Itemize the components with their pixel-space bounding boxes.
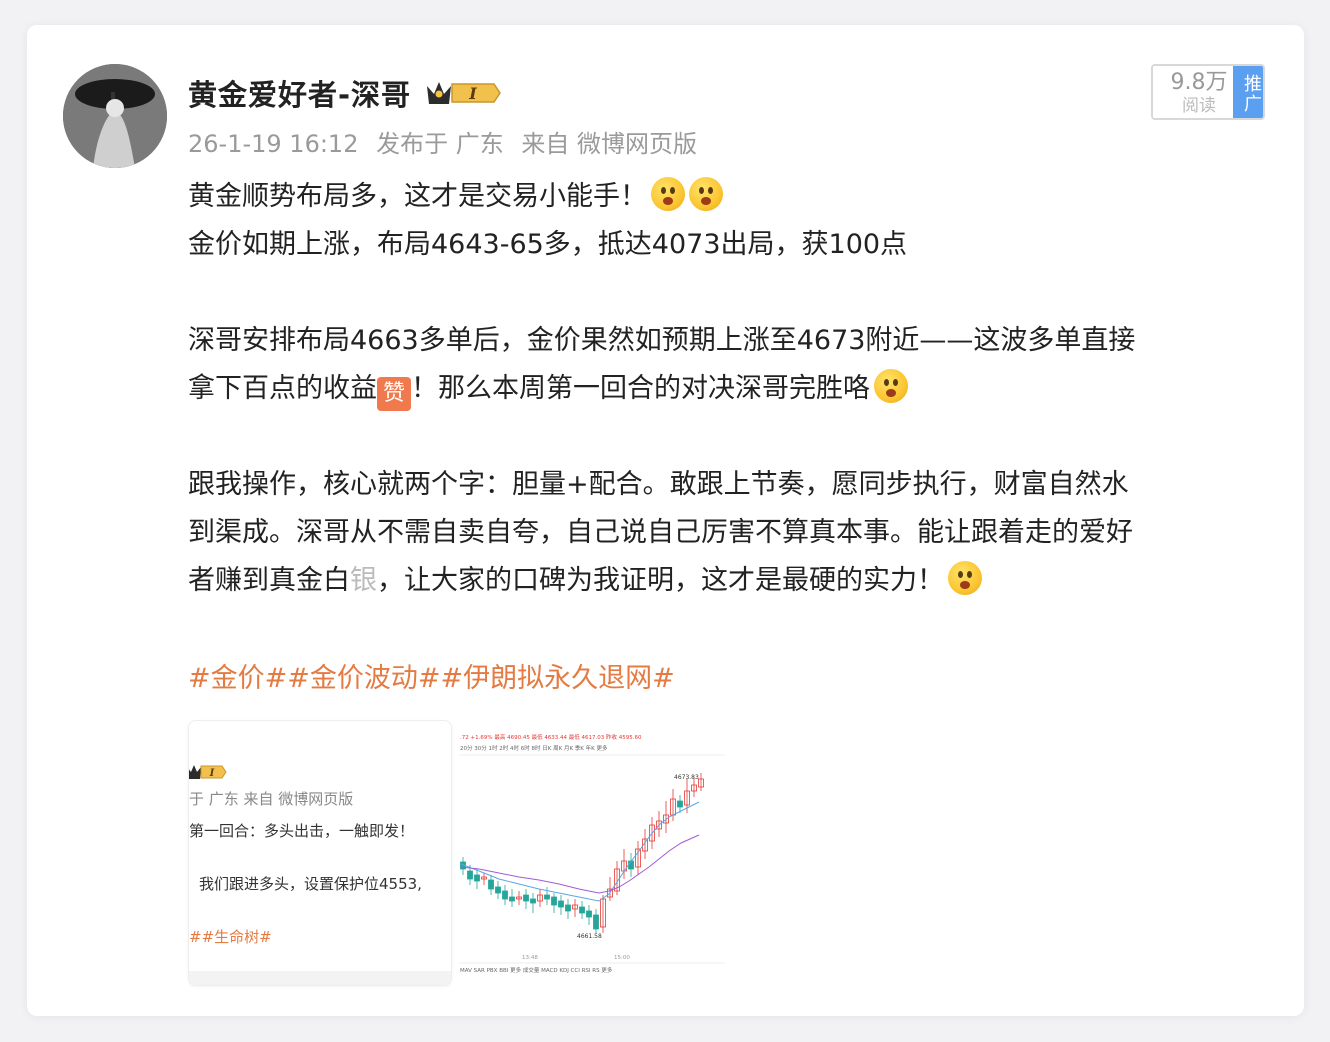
candle-body xyxy=(474,874,480,882)
thumb1-footer xyxy=(189,971,451,985)
read-count-box: 9.8万 阅读 推广 xyxy=(1151,64,1265,120)
image-thumbnail-1[interactable]: I 于 广东 来自 微博网页版 第一回合：多头出击，一触即发！ 我们跟进多头，设… xyxy=(188,720,452,986)
surprised-emoji-icon xyxy=(874,369,908,403)
chart-tabs: 20分 30分 1时 2时 4时 6时 8时 日K 周K 月K 季K 年K 更多 xyxy=(460,744,608,752)
like-zan-emoji-icon: 赞 xyxy=(377,377,411,411)
chart-indicators: MAV SAR PBX BBI 更多 成交量 MACD KDJ CCI RSI … xyxy=(460,966,613,974)
vip-crown-badge-icon[interactable]: I xyxy=(424,78,502,108)
post-meta: 26-1-19 16:12 发布于 广东 来自 微博网页版 xyxy=(188,124,707,159)
candle-body xyxy=(558,900,564,908)
candle-body xyxy=(551,896,557,906)
image-thumbnail-2-kline-chart[interactable]: .72 +1.69% 最高 4690.45 最低 4633.44 最低 4617… xyxy=(459,729,725,981)
author-name[interactable]: 黄金爱好者-深哥 xyxy=(188,72,411,114)
surprised-emoji-icon xyxy=(651,177,685,211)
post-line: 到渠成。深哥从不需自卖自夸，自己说自己厉害不算真本事。能让跟着走的爱好 xyxy=(188,517,1133,548)
post-source: 来自 微博网页版 xyxy=(521,130,698,158)
chart-top-label: 4673.83 xyxy=(674,774,699,781)
candle-body xyxy=(565,904,571,912)
candle-body xyxy=(579,906,585,914)
chart-low-label: 4661.58 xyxy=(577,933,602,940)
read-label: 阅读 xyxy=(1182,96,1216,116)
candle-body xyxy=(495,886,501,894)
thumb1-line1: 第一回合：多头出击，一触即发！ xyxy=(189,822,415,840)
candle-body xyxy=(488,879,494,890)
badge-mini-icon: I xyxy=(189,765,227,779)
thumb1-tags: ##生命树# xyxy=(189,928,272,946)
thinking-emoji-icon xyxy=(948,561,982,595)
post-line: 拿下百点的收益赞！那么本周第一回合的对决深哥完胜咯 xyxy=(188,365,1268,413)
post-body: 黄金顺势布局多，这才是交易小能手！ 金价如期上涨，布局4643-65多，抵达40… xyxy=(188,173,1268,605)
candle-body xyxy=(502,890,508,900)
promote-button[interactable]: 推广 xyxy=(1233,66,1263,118)
hashtag-links[interactable]: #金价##金价波动##伊朗拟永久退网# xyxy=(188,656,675,695)
post-line: 者赚到真金白银，让大家的口碑为我证明，这才是最硬的实力！ xyxy=(188,557,1268,605)
read-count: 9.8万 xyxy=(1170,70,1228,95)
chart-header: .72 +1.69% 最高 4690.45 最低 4633.44 最低 4617… xyxy=(460,733,642,741)
thumb1-meta: 于 广东 来自 微博网页版 xyxy=(189,790,354,808)
post-location: 发布于 广东 xyxy=(376,130,504,158)
candle-body xyxy=(586,910,592,918)
candle-body xyxy=(544,894,550,900)
surprised-emoji-icon xyxy=(689,177,723,211)
post-line: 深哥安排布局4663多单后，金价果然如预期上涨至4673附近——这波多单直接 xyxy=(188,325,1136,356)
post-line: 黄金顺势布局多，这才是交易小能手！ xyxy=(188,173,1268,221)
post-timestamp[interactable]: 26-1-19 16:12 xyxy=(188,130,358,158)
user-avatar[interactable] xyxy=(63,64,167,168)
candle-body xyxy=(509,896,515,902)
badge-level: I xyxy=(468,84,477,103)
candle-body xyxy=(530,898,536,904)
svg-text:I: I xyxy=(209,768,215,779)
post-line: 跟我操作，核心就两个字：胆量+配合。敢跟上节奏，愿同步执行，财富自然水 xyxy=(188,469,1129,500)
candle-body xyxy=(677,800,683,808)
candle-body xyxy=(523,894,529,902)
chart-time-b: 15:00 xyxy=(614,955,630,961)
candle-body xyxy=(593,914,599,930)
chart-time-a: 13:48 xyxy=(522,955,538,961)
obscured-char: 银 xyxy=(350,565,377,596)
post-line: 金价如期上涨，布局4643-65多，抵达4073出局，获100点 xyxy=(188,229,908,260)
candle-body xyxy=(467,870,473,880)
thumb1-line2: 我们跟进多头，设置保护位4553, xyxy=(199,875,422,893)
